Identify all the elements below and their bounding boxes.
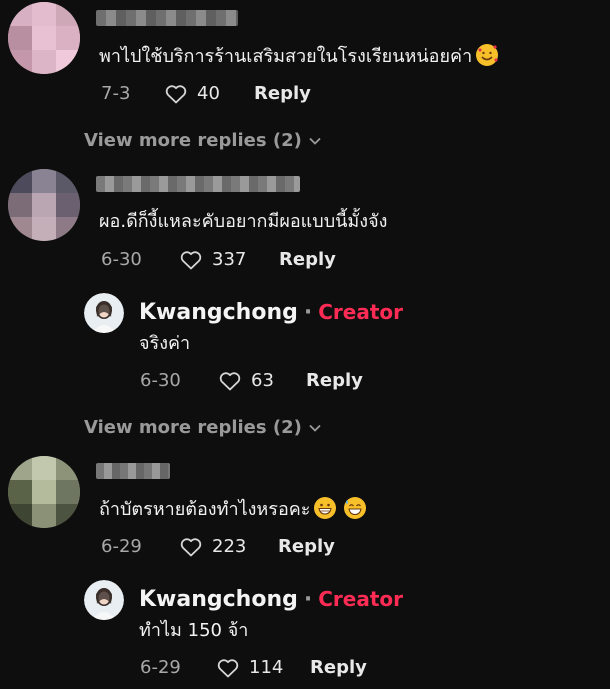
like-count-1: 40 [197, 83, 220, 104]
creator-reply-button-1[interactable]: Reply [306, 369, 363, 393]
comment-text-3-body: ถ้าบัตรหายต้องทำไงหรอคะ [99, 499, 311, 520]
like-heart-icon[interactable] [216, 656, 240, 680]
creator-reply-text-1: จริงค่า [139, 333, 191, 354]
comment-date-1: 7-3 [101, 83, 131, 104]
name-separator: · [303, 587, 313, 612]
comment-text-2: ผอ.ดีก็งี้แหละคับอยากมีผอแบบนี้มั้งจัง [99, 211, 388, 232]
comment-text-3: ถ้าบัตรหายต้องทำไงหรอคะ [99, 497, 367, 522]
creator-reply-button-2[interactable]: Reply [310, 656, 367, 680]
creator-reply-text-2: ทำไม 150 จ้า [139, 620, 249, 641]
creator-badge: Creator [318, 587, 403, 611]
reply-button-1[interactable]: Reply [254, 82, 311, 106]
creator-like-count-2: 114 [249, 657, 284, 678]
like-heart-icon[interactable] [218, 369, 242, 393]
like-count-3: 223 [212, 536, 247, 557]
view-more-replies-button-2[interactable]: View more replies (2) [84, 416, 322, 440]
creator-reply-date-1: 6-30 [140, 370, 181, 391]
comment-date-2: 6-30 [101, 249, 142, 270]
creator-avatar-1[interactable] [84, 293, 124, 333]
chevron-down-icon [309, 424, 321, 432]
grinning-face-with-sweat-icon [344, 497, 367, 519]
creator-name-row-2: Kwangchong · Creator [139, 585, 403, 614]
commenter-avatar-1[interactable] [8, 2, 80, 74]
commenter-name-blurred-1[interactable] [96, 10, 238, 26]
creator-name-1[interactable]: Kwangchong [139, 300, 298, 325]
creator-name-2[interactable]: Kwangchong [139, 587, 298, 612]
creator-like-count-1: 63 [251, 370, 274, 391]
creator-reply-date-2: 6-29 [140, 657, 181, 678]
commenter-avatar-3[interactable] [8, 456, 80, 528]
view-more-replies-label-2: View more replies (2) [84, 417, 302, 438]
chevron-down-icon [309, 137, 321, 145]
smiling-face-with-hearts-icon [476, 44, 499, 66]
commenter-name-blurred-2[interactable] [96, 176, 300, 192]
reply-button-2[interactable]: Reply [279, 248, 336, 272]
comment-date-3: 6-29 [101, 536, 142, 557]
like-heart-icon[interactable] [179, 248, 203, 272]
creator-avatar-2[interactable] [84, 580, 124, 620]
commenter-avatar-2[interactable] [8, 169, 80, 241]
commenter-name-blurred-3[interactable] [96, 463, 170, 479]
creator-badge: Creator [318, 300, 403, 324]
comment-text-1: พาไปใช้บริการร้านเสริมสวยในโรงเรียนหน่อย… [99, 44, 499, 69]
like-heart-icon[interactable] [164, 82, 188, 106]
like-heart-icon[interactable] [179, 535, 203, 559]
creator-name-row-1: Kwangchong · Creator [139, 298, 403, 327]
comment-text-1-body: พาไปใช้บริการร้านเสริมสวยในโรงเรียนหน่อย… [99, 46, 473, 67]
view-more-replies-label-1: View more replies (2) [84, 130, 302, 151]
like-count-2: 337 [212, 249, 247, 270]
name-separator: · [303, 300, 313, 325]
view-more-replies-button-1[interactable]: View more replies (2) [84, 129, 322, 153]
reply-button-3[interactable]: Reply [278, 535, 335, 559]
grinning-face-icon [314, 497, 337, 519]
